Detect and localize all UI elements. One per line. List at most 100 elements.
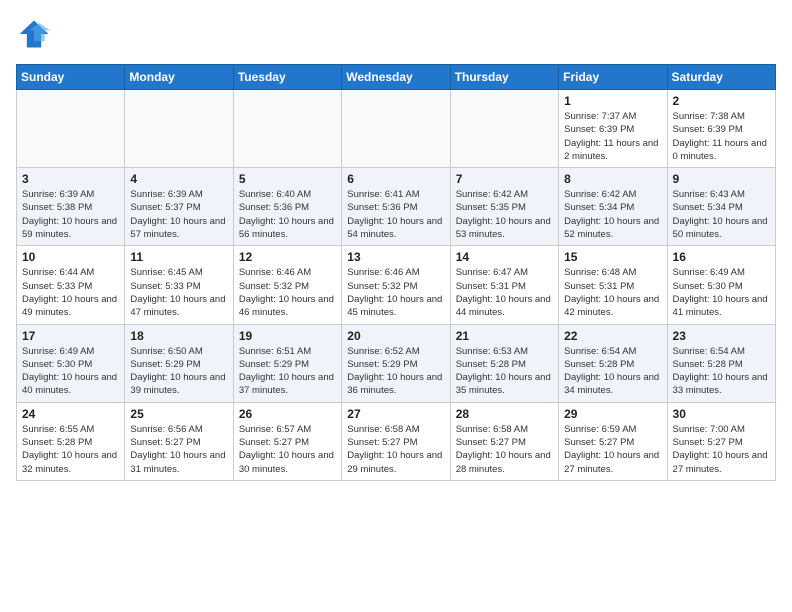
day-number: 3 (22, 172, 119, 186)
calendar-day-cell: 6Sunrise: 6:41 AM Sunset: 5:36 PM Daylig… (342, 168, 450, 246)
calendar-day-cell: 29Sunrise: 6:59 AM Sunset: 5:27 PM Dayli… (559, 402, 667, 480)
calendar-day-cell: 16 Sunrise: 6:49 AM Sunset: 5:30 PM Dayli… (667, 246, 775, 324)
calendar-day-cell: 12 Sunrise: 6:46 AM Sunset: 5:32 PM Dayli… (233, 246, 341, 324)
day-info: Sunrise: 6:49 AM Sunset: 5:30 PM Dayligh… (673, 266, 770, 319)
day-info: Sunrise: 6:54 AM Sunset: 5:28 PM Dayligh… (564, 345, 661, 398)
day-info: Sunrise: 6:55 AM Sunset: 5:28 PM Dayligh… (22, 423, 119, 476)
calendar-day-cell: 26 Sunrise: 6:57 AM Sunset: 5:27 PM Dayli… (233, 402, 341, 480)
calendar-day-cell: 3 Sunrise: 6:39 AM Sunset: 5:38 PM Daylig… (17, 168, 125, 246)
weekday-header: Monday (125, 65, 233, 90)
day-number: 17 (22, 329, 119, 343)
calendar-day-cell: 18Sunrise: 6:50 AM Sunset: 5:29 PM Dayli… (125, 324, 233, 402)
day-number: 1 (564, 94, 661, 108)
day-number: 20 (347, 329, 444, 343)
calendar-table: SundayMondayTuesdayWednesdayThursdayFrid… (16, 64, 776, 481)
calendar-day-cell (17, 90, 125, 168)
calendar-header-row: SundayMondayTuesdayWednesdayThursdayFrid… (17, 65, 776, 90)
day-info: Sunrise: 6:48 AM Sunset: 5:31 PM Dayligh… (564, 266, 661, 319)
weekday-header: Tuesday (233, 65, 341, 90)
weekday-header: Friday (559, 65, 667, 90)
day-number: 26 (239, 407, 336, 421)
calendar-day-cell: 23 Sunrise: 6:54 AM Sunset: 5:28 PM Dayli… (667, 324, 775, 402)
day-number: 8 (564, 172, 661, 186)
day-number: 11 (130, 250, 227, 264)
day-number: 10 (22, 250, 119, 264)
page-header (16, 16, 776, 52)
day-info: Sunrise: 6:47 AM Sunset: 5:31 PM Dayligh… (456, 266, 553, 319)
day-number: 27 (347, 407, 444, 421)
day-info: Sunrise: 6:52 AM Sunset: 5:29 PM Dayligh… (347, 345, 444, 398)
day-info: Sunrise: 6:58 AM Sunset: 5:27 PM Dayligh… (347, 423, 444, 476)
calendar-day-cell: 28 Sunrise: 6:58 AM Sunset: 5:27 PM Dayli… (450, 402, 558, 480)
calendar-day-cell: 10 Sunrise: 6:44 AM Sunset: 5:33 PM Dayli… (17, 246, 125, 324)
day-info: Sunrise: 6:45 AM Sunset: 5:33 PM Dayligh… (130, 266, 227, 319)
calendar-week-row: 3 Sunrise: 6:39 AM Sunset: 5:38 PM Daylig… (17, 168, 776, 246)
calendar-day-cell: 22 Sunrise: 6:54 AM Sunset: 5:28 PM Dayli… (559, 324, 667, 402)
day-number: 28 (456, 407, 553, 421)
day-number: 19 (239, 329, 336, 343)
calendar-day-cell: 11 Sunrise: 6:45 AM Sunset: 5:33 PM Dayli… (125, 246, 233, 324)
weekday-header: Wednesday (342, 65, 450, 90)
weekday-header: Thursday (450, 65, 558, 90)
day-info: Sunrise: 6:51 AM Sunset: 5:29 PM Dayligh… (239, 345, 336, 398)
calendar-day-cell: 13 Sunrise: 6:46 AM Sunset: 5:32 PM Dayli… (342, 246, 450, 324)
calendar-week-row: 24 Sunrise: 6:55 AM Sunset: 5:28 PM Dayli… (17, 402, 776, 480)
day-info: Sunrise: 6:53 AM Sunset: 5:28 PM Dayligh… (456, 345, 553, 398)
day-number: 12 (239, 250, 336, 264)
calendar-day-cell: 21Sunrise: 6:53 AM Sunset: 5:28 PM Dayli… (450, 324, 558, 402)
day-info: Sunrise: 7:37 AM Sunset: 6:39 PM Dayligh… (564, 110, 661, 163)
calendar-week-row: 1 Sunrise: 7:37 AM Sunset: 6:39 PM Daylig… (17, 90, 776, 168)
day-info: Sunrise: 6:49 AM Sunset: 5:30 PM Dayligh… (22, 345, 119, 398)
day-info: Sunrise: 6:46 AM Sunset: 5:32 PM Dayligh… (239, 266, 336, 319)
calendar-day-cell: 2 Sunrise: 7:38 AM Sunset: 6:39 PM Daylig… (667, 90, 775, 168)
calendar-week-row: 10 Sunrise: 6:44 AM Sunset: 5:33 PM Dayli… (17, 246, 776, 324)
day-number: 16 (673, 250, 770, 264)
day-info: Sunrise: 6:44 AM Sunset: 5:33 PM Dayligh… (22, 266, 119, 319)
day-number: 24 (22, 407, 119, 421)
calendar-day-cell: 9 Sunrise: 6:43 AM Sunset: 5:34 PM Daylig… (667, 168, 775, 246)
day-number: 15 (564, 250, 661, 264)
day-info: Sunrise: 6:40 AM Sunset: 5:36 PM Dayligh… (239, 188, 336, 241)
calendar-day-cell: 4Sunrise: 6:39 AM Sunset: 5:37 PM Daylig… (125, 168, 233, 246)
day-info: Sunrise: 6:39 AM Sunset: 5:38 PM Dayligh… (22, 188, 119, 241)
day-info: Sunrise: 6:42 AM Sunset: 5:35 PM Dayligh… (456, 188, 553, 241)
weekday-header: Sunday (17, 65, 125, 90)
day-info: Sunrise: 6:42 AM Sunset: 5:34 PM Dayligh… (564, 188, 661, 241)
day-number: 23 (673, 329, 770, 343)
calendar-day-cell (233, 90, 341, 168)
day-info: Sunrise: 6:57 AM Sunset: 5:27 PM Dayligh… (239, 423, 336, 476)
day-number: 22 (564, 329, 661, 343)
day-number: 14 (456, 250, 553, 264)
day-info: Sunrise: 7:00 AM Sunset: 5:27 PM Dayligh… (673, 423, 770, 476)
day-info: Sunrise: 6:59 AM Sunset: 5:27 PM Dayligh… (564, 423, 661, 476)
calendar-day-cell: 30 Sunrise: 7:00 AM Sunset: 5:27 PM Dayli… (667, 402, 775, 480)
day-number: 25 (130, 407, 227, 421)
calendar-day-cell (342, 90, 450, 168)
calendar-day-cell: 5 Sunrise: 6:40 AM Sunset: 5:36 PM Daylig… (233, 168, 341, 246)
day-number: 6 (347, 172, 444, 186)
day-number: 4 (130, 172, 227, 186)
day-number: 5 (239, 172, 336, 186)
calendar-day-cell: 1 Sunrise: 7:37 AM Sunset: 6:39 PM Daylig… (559, 90, 667, 168)
day-info: Sunrise: 6:50 AM Sunset: 5:29 PM Dayligh… (130, 345, 227, 398)
day-info: Sunrise: 6:46 AM Sunset: 5:32 PM Dayligh… (347, 266, 444, 319)
calendar-day-cell: 24 Sunrise: 6:55 AM Sunset: 5:28 PM Dayli… (17, 402, 125, 480)
day-number: 30 (673, 407, 770, 421)
weekday-header: Saturday (667, 65, 775, 90)
day-info: Sunrise: 6:43 AM Sunset: 5:34 PM Dayligh… (673, 188, 770, 241)
day-number: 9 (673, 172, 770, 186)
calendar-day-cell: 7 Sunrise: 6:42 AM Sunset: 5:35 PM Daylig… (450, 168, 558, 246)
day-info: Sunrise: 7:38 AM Sunset: 6:39 PM Dayligh… (673, 110, 770, 163)
day-number: 13 (347, 250, 444, 264)
day-info: Sunrise: 6:56 AM Sunset: 5:27 PM Dayligh… (130, 423, 227, 476)
logo-icon (16, 16, 52, 52)
calendar-day-cell: 27 Sunrise: 6:58 AM Sunset: 5:27 PM Dayli… (342, 402, 450, 480)
calendar-day-cell: 14 Sunrise: 6:47 AM Sunset: 5:31 PM Dayli… (450, 246, 558, 324)
day-number: 7 (456, 172, 553, 186)
day-info: Sunrise: 6:54 AM Sunset: 5:28 PM Dayligh… (673, 345, 770, 398)
calendar-day-cell: 17 Sunrise: 6:49 AM Sunset: 5:30 PM Dayli… (17, 324, 125, 402)
calendar-day-cell: 15 Sunrise: 6:48 AM Sunset: 5:31 PM Dayli… (559, 246, 667, 324)
day-number: 2 (673, 94, 770, 108)
day-info: Sunrise: 6:58 AM Sunset: 5:27 PM Dayligh… (456, 423, 553, 476)
calendar-day-cell: 8 Sunrise: 6:42 AM Sunset: 5:34 PM Daylig… (559, 168, 667, 246)
